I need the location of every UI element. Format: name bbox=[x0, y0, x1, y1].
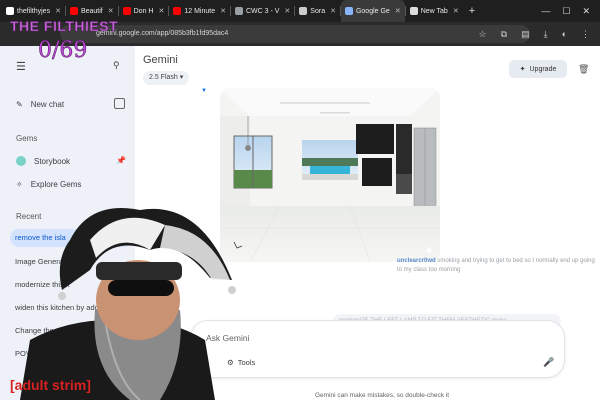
url-field[interactable]: gemini.google.com/app/085b3fb1fd95dac4 bbox=[60, 25, 530, 43]
tab-label: Google Ge bbox=[355, 7, 390, 15]
collapse-caret-icon[interactable]: ▼ bbox=[201, 88, 207, 94]
download-icon[interactable]: ⤓ bbox=[544, 29, 548, 40]
extensions-icon[interactable]: ⧉ bbox=[501, 29, 507, 40]
new-chat-button[interactable]: ✎ New chat bbox=[16, 100, 64, 109]
chrome-icon bbox=[409, 7, 418, 15]
doc-icon bbox=[234, 7, 243, 15]
tab-label: thefilthyjes bbox=[17, 7, 51, 15]
browser-tab[interactable]: 12 Minute ✕ bbox=[169, 0, 230, 22]
minimize-icon[interactable]: — bbox=[541, 6, 550, 16]
model-label: 2.5 Flash bbox=[149, 74, 178, 81]
browser-tab[interactable]: Don H ✕ bbox=[119, 0, 169, 22]
close-tab-icon[interactable]: ✕ bbox=[158, 7, 164, 15]
tab-label: Don H bbox=[133, 7, 154, 15]
hamburger-menu-icon[interactable]: ☰ bbox=[16, 60, 26, 73]
new-chat-label: New chat bbox=[30, 100, 65, 109]
youtube-icon bbox=[173, 7, 182, 15]
browser-tab[interactable]: Google Ge ✕ bbox=[340, 0, 405, 22]
browser-tab[interactable]: New Tab ✕ bbox=[406, 0, 463, 22]
tab-label: Sora bbox=[310, 7, 326, 15]
explore-gems-label: Explore Gems bbox=[30, 180, 82, 189]
tab-label: New Tab bbox=[420, 7, 448, 15]
microphone-icon[interactable]: 🎤 bbox=[543, 357, 554, 368]
upgrade-button[interactable]: ✦ Upgrade bbox=[509, 60, 567, 78]
overlay-counter: 0/69 bbox=[38, 38, 88, 64]
close-tab-icon[interactable]: ✕ bbox=[395, 7, 401, 15]
menu-dots-icon[interactable]: ⋮ bbox=[581, 29, 590, 40]
page-title: Gemini bbox=[143, 54, 178, 66]
new-tab-icon[interactable]: + bbox=[463, 5, 481, 17]
generated-kitchen-image[interactable] bbox=[220, 88, 440, 262]
sparkle-icon: ✦ bbox=[424, 244, 435, 258]
tab-label: 12 Minute bbox=[184, 7, 216, 15]
close-tab-icon[interactable]: ✕ bbox=[55, 7, 61, 15]
close-tab-icon[interactable]: ✕ bbox=[108, 7, 114, 15]
webcam-overlay bbox=[0, 200, 242, 400]
model-selector[interactable]: 2.5 Flash ▾ bbox=[143, 71, 190, 85]
chat-handle: unclearcr0wd bbox=[397, 258, 436, 264]
sora-icon bbox=[299, 7, 308, 15]
disclaimer-text: Gemini can make mistakes, so double-chec… bbox=[315, 392, 450, 399]
tiktok-icon bbox=[6, 7, 14, 15]
youtube-icon bbox=[69, 7, 78, 15]
bookmark-star-icon[interactable]: ☆ bbox=[479, 29, 487, 40]
sparkle-gem-icon: ✧ bbox=[16, 180, 23, 189]
browser-tab[interactable]: Sora ✕ bbox=[295, 0, 340, 22]
edit-icon: ✎ bbox=[16, 100, 23, 109]
storybook-icon bbox=[16, 156, 26, 166]
adult-stream-label: [adult strim] bbox=[10, 377, 91, 393]
toolbar-icons: ☆ ⧉ ▤ ⤓ ◐ ⋮ bbox=[479, 22, 590, 46]
sidebar-item-explore-gems[interactable]: ✧ Explore Gems bbox=[16, 180, 81, 189]
close-tab-icon[interactable]: ✕ bbox=[284, 7, 290, 15]
youtube-icon bbox=[122, 7, 131, 15]
close-tab-icon[interactable]: ✕ bbox=[330, 7, 336, 15]
tab-label: CWC 3 - V bbox=[245, 7, 280, 15]
sparkle-icon: ✦ bbox=[519, 66, 526, 73]
storybook-label: Storybook bbox=[34, 156, 71, 166]
maximize-icon[interactable]: ☐ bbox=[562, 6, 570, 17]
close-tab-icon[interactable]: ✕ bbox=[453, 7, 459, 15]
pin-icon[interactable]: 📌 bbox=[116, 156, 126, 165]
trash-icon[interactable]: 🗑 bbox=[578, 64, 589, 75]
stream-chat-message: unclearcr0wd smoking and trying to get t… bbox=[397, 257, 600, 275]
sidebar-toggle-icon[interactable] bbox=[114, 98, 125, 109]
close-window-icon[interactable]: ✕ bbox=[582, 6, 590, 17]
profile-icon[interactable]: ◐ bbox=[562, 29, 567, 39]
sidebar-panel-icon[interactable]: ▤ bbox=[521, 29, 530, 40]
streamer-figure bbox=[20, 208, 236, 400]
tab-label: Beautif bbox=[80, 7, 103, 15]
browser-tab[interactable]: CWC 3 - V ✕ bbox=[231, 0, 294, 22]
prompt-input-box[interactable]: Ask Gemini + ⚙ Tools 🎤 bbox=[190, 320, 565, 378]
sidebar-item-storybook[interactable]: Storybook bbox=[16, 156, 70, 166]
window-controls: — ☐ ✕ bbox=[541, 0, 600, 22]
close-tab-icon[interactable]: ✕ bbox=[220, 7, 226, 15]
gems-heading: Gems bbox=[16, 134, 38, 143]
gemini-icon bbox=[344, 7, 353, 15]
kitchen-illustration bbox=[220, 88, 440, 262]
chevron-down-icon: ▾ bbox=[179, 74, 184, 81]
screen: thefilthyjes ✕ Beautif ✕ Don H ✕ 12 Minute ✕ CWC… bbox=[0, 0, 600, 400]
search-icon[interactable]: ⚲ bbox=[113, 60, 120, 71]
upgrade-label: Upgrade bbox=[529, 65, 557, 73]
overlay-title: THE FILTHIEST bbox=[10, 18, 119, 35]
